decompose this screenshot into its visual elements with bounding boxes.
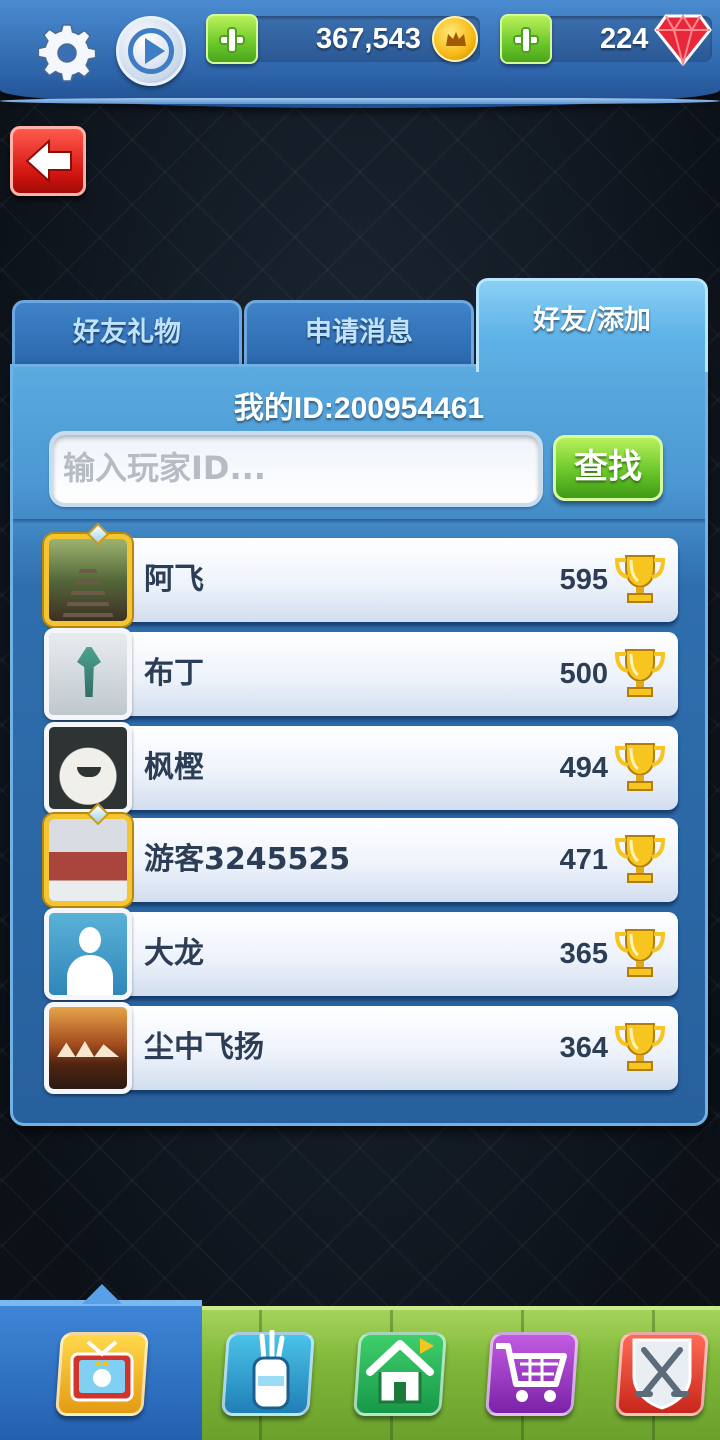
find-button[interactable]: 查找 — [553, 435, 663, 501]
bunny-figure-photo — [49, 727, 127, 809]
friend-score: 365 — [559, 938, 608, 970]
friend-row[interactable]: 枫樫 494 — [44, 722, 678, 814]
default-avatar — [49, 913, 127, 995]
back-button[interactable] — [10, 126, 86, 196]
shop-cart-icon — [496, 1343, 567, 1402]
avatar[interactable] — [44, 534, 132, 626]
nav-selected-arrow — [82, 1284, 122, 1304]
top-bar: 367,543 224 — [0, 0, 720, 108]
friend-score: 500 — [559, 658, 608, 690]
nav-shop[interactable] — [482, 1322, 582, 1426]
nav-home[interactable] — [350, 1322, 450, 1426]
trophy-icon — [615, 554, 665, 604]
nav-tv[interactable] — [52, 1322, 152, 1426]
tab-friends-add[interactable]: 好友/添加 — [476, 278, 708, 372]
opera-house-photo — [49, 1007, 127, 1089]
railway-photo — [49, 539, 127, 621]
friend-name: 布丁 — [144, 656, 204, 691]
my-id-label: 我的ID:200954461 — [233, 392, 485, 425]
add-gems-button[interactable] — [500, 14, 552, 64]
gear-icon[interactable] — [36, 22, 98, 84]
avatar[interactable] — [44, 628, 132, 720]
avatar[interactable] — [44, 908, 132, 1000]
play-triangle-icon — [145, 38, 165, 64]
trophy-icon — [615, 648, 665, 698]
trophy-icon — [615, 742, 665, 792]
gem-amount: 224 — [600, 23, 649, 55]
friend-score: 364 — [559, 1032, 608, 1064]
tab-requests[interactable]: 申请消息 — [244, 300, 474, 366]
tv-icon — [70, 1340, 134, 1402]
friend-score: 595 — [559, 564, 608, 596]
friend-row[interactable]: 游客3245525 471 — [44, 802, 678, 906]
friend-name: 枫樫 — [144, 750, 204, 785]
coin-amount: 367,543 — [316, 23, 421, 55]
friend-name: 大龙 — [144, 936, 204, 971]
golf-bag-icon — [252, 1330, 290, 1410]
nav-clubs[interactable] — [612, 1322, 712, 1426]
trophy-icon — [615, 928, 665, 978]
crossed-clubs-icon — [632, 1338, 692, 1410]
friend-name: 尘中飞扬 — [144, 1030, 264, 1065]
trophy-icon — [615, 834, 665, 884]
trophy-icon — [615, 1022, 665, 1072]
avatar[interactable] — [44, 814, 132, 906]
home-icon — [366, 1338, 434, 1404]
tab-friend-gifts[interactable]: 好友礼物 — [12, 300, 242, 366]
friend-name: 游客3245525 — [144, 842, 351, 877]
building-photo — [49, 819, 127, 901]
divider — [13, 519, 705, 523]
add-coins-button[interactable] — [206, 14, 258, 64]
play-button[interactable] — [116, 16, 186, 86]
crown-coin-icon — [432, 16, 478, 62]
friend-name: 阿飞 — [144, 562, 204, 597]
ruby-gem-icon — [654, 14, 712, 66]
nav-golf-bag[interactable] — [218, 1322, 318, 1426]
friend-row[interactable]: 布丁 500 — [44, 628, 678, 720]
friend-row[interactable]: 尘中飞扬 364 — [44, 1002, 678, 1094]
robot-figure-photo — [49, 633, 127, 715]
player-id-input[interactable]: 输入玩家ID... — [49, 431, 543, 507]
avatar[interactable] — [44, 1002, 132, 1094]
friend-row[interactable]: 阿飞 595 — [44, 522, 678, 626]
friend-score: 471 — [559, 844, 608, 876]
avatar[interactable] — [44, 722, 132, 814]
back-arrow-icon — [25, 138, 72, 184]
friend-row[interactable]: 大龙 365 — [44, 908, 678, 1000]
friend-score: 494 — [559, 752, 608, 784]
